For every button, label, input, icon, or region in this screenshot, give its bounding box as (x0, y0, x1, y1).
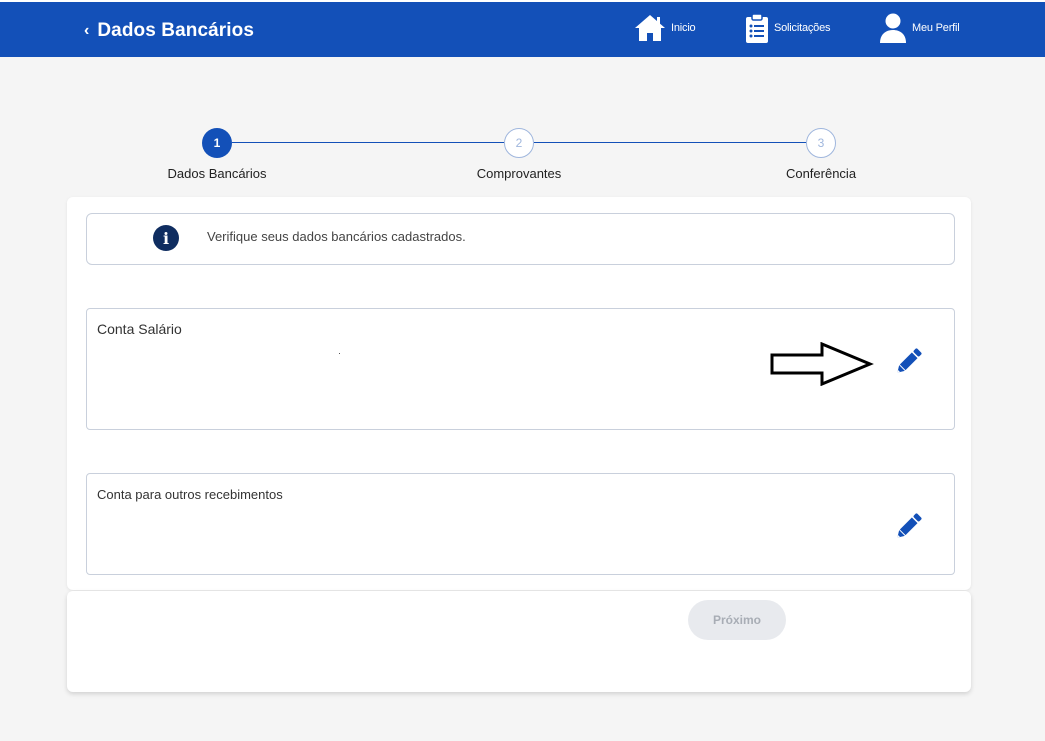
step-1-circle: 1 (202, 128, 232, 158)
step-3-circle: 3 (806, 128, 836, 158)
nav-home-label: Inicio (671, 22, 696, 34)
next-button[interactable]: Próximo (688, 600, 786, 640)
nav-requests-label: Solicitações (774, 22, 831, 34)
back-button[interactable]: ‹ Dados Bancários (84, 18, 254, 44)
chevron-left-icon: ‹ (84, 22, 90, 39)
step-2-label: Comprovantes (476, 166, 562, 181)
stepper-line-1 (232, 142, 504, 143)
top-bar: ‹ Dados Bancários Inicio Solicitações Me… (0, 0, 1045, 57)
info-icon: i (153, 225, 179, 251)
step-1-label: Dados Bancários (167, 166, 267, 181)
right-arrow-annotation-icon (770, 342, 874, 386)
step-3-label: Conferência (785, 166, 857, 181)
info-alert: i Verifique seus dados bancários cadastr… (86, 213, 955, 265)
other-account-label: Conta para outros recebimentos (97, 487, 283, 502)
nav-profile-label: Meu Perfil (912, 22, 960, 34)
step-2-number: 2 (515, 136, 523, 150)
step-2-circle: 2 (504, 128, 534, 158)
clipboard-list-icon (746, 13, 768, 43)
dot-mark (339, 353, 340, 354)
stepper-line-2 (534, 142, 806, 143)
nav-profile[interactable]: Meu Perfil (878, 10, 960, 46)
edit-salary-account-pencil-icon[interactable] (891, 345, 925, 379)
salary-account-label: Conta Salário (97, 321, 182, 337)
nav-home[interactable]: Inicio (633, 10, 696, 46)
user-icon (880, 13, 906, 43)
other-account-box: Conta para outros recebimentos (86, 473, 955, 575)
info-message: Verifique seus dados bancários cadastrad… (207, 229, 466, 244)
edit-other-account-pencil-icon[interactable] (891, 510, 925, 544)
step-1-number: 1 (213, 136, 221, 150)
nav-requests[interactable]: Solicitações (744, 10, 830, 46)
page-title: Dados Bancários (97, 20, 255, 41)
home-icon (635, 15, 665, 41)
step-3-number: 3 (817, 136, 825, 150)
footer-card (67, 591, 971, 692)
